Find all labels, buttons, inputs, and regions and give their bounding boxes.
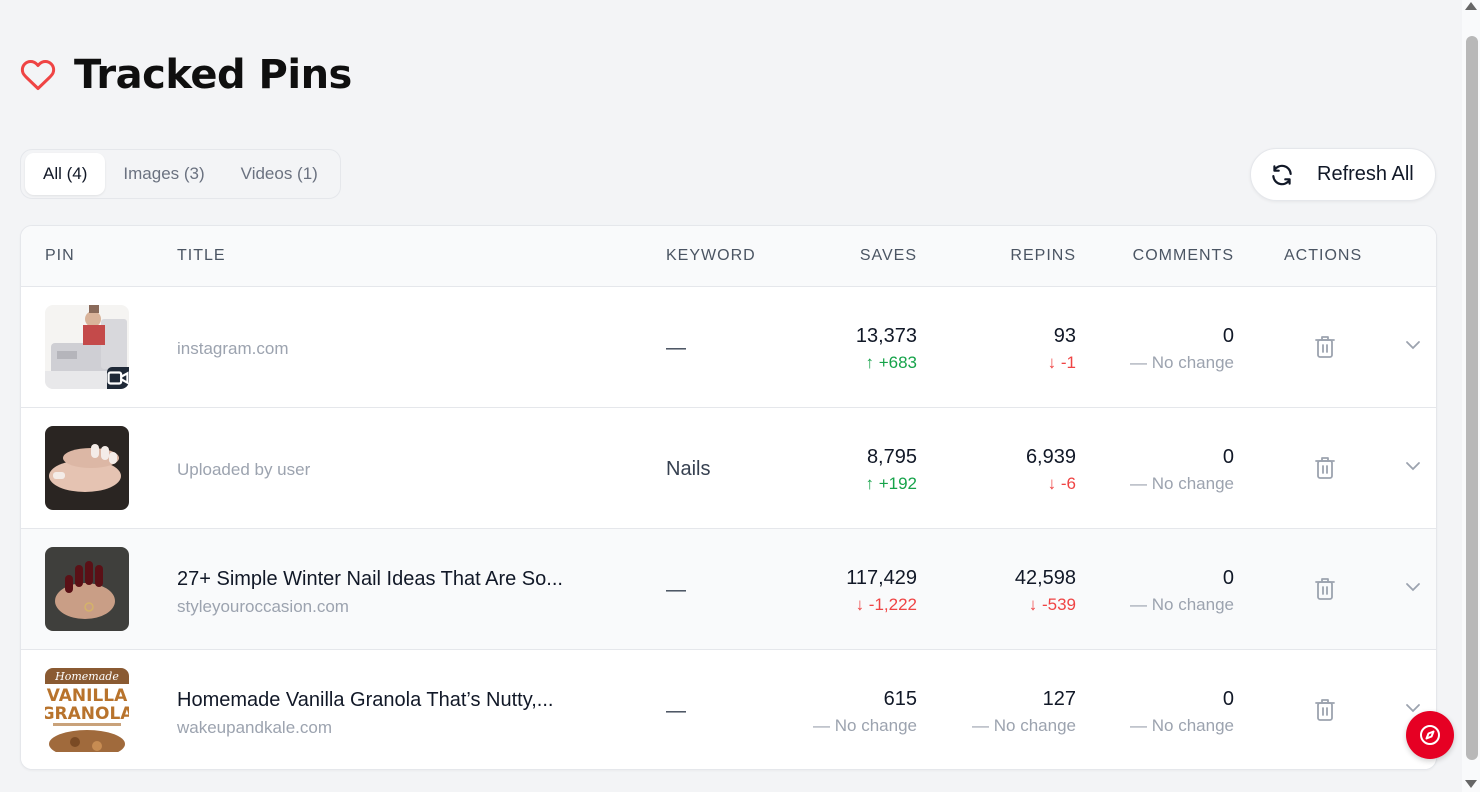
pin-keyword: Nails — [666, 458, 711, 480]
filter-tabs: All (4) Images (3) Videos (1) — [20, 149, 341, 199]
refresh-all-label: Refresh All — [1317, 163, 1414, 185]
tab-all[interactable]: All (4) — [25, 153, 106, 195]
chevron-down-icon[interactable] — [1405, 339, 1421, 351]
comments-delta: — No change — [1130, 353, 1234, 372]
refresh-icon — [1272, 164, 1292, 185]
comments-delta: — No change — [1130, 595, 1234, 614]
pin-image — [45, 547, 129, 631]
repins-value: 127 — [1042, 688, 1076, 710]
repins-delta: ↓ -539 — [1028, 595, 1076, 614]
trash-icon[interactable] — [1314, 577, 1336, 601]
table-row: Uploaded by user Nails 8,795 ↑ +192 6,93… — [21, 408, 1436, 529]
pin-keyword: — — [666, 337, 686, 359]
pin-thumbnail[interactable] — [45, 426, 129, 510]
pin-thumbnail[interactable] — [45, 305, 129, 389]
tab-videos[interactable]: Videos (1) — [223, 153, 336, 195]
granola-thumb-line3: GRANOLA — [45, 704, 129, 724]
table-row: 27+ Simple Winter Nail Ideas That Are So… — [21, 529, 1436, 650]
scroll-down-arrow[interactable] — [1465, 780, 1477, 788]
column-header-actions: ACTIONS — [1284, 247, 1363, 264]
repins-value: 42,598 — [1014, 567, 1076, 589]
pin-title[interactable]: Homemade Vanilla Granola That’s Nutty,..… — [177, 689, 553, 712]
granola-thumb-line2: VANILLA — [47, 686, 128, 706]
heart-icon — [20, 59, 56, 90]
pin-thumbnail[interactable] — [45, 547, 129, 631]
chevron-down-icon[interactable] — [1405, 460, 1421, 472]
page-header: Tracked Pins — [20, 52, 352, 98]
column-header-repins: REPINS — [1010, 247, 1076, 264]
comments-value: 0 — [1222, 688, 1234, 710]
pin-keyword: — — [666, 700, 686, 722]
table-row: instagram.com — 13,373 ↑ +683 93 ↓ -1 0 … — [21, 287, 1436, 408]
chevron-down-icon[interactable] — [1405, 581, 1421, 593]
saves-delta: — No change — [813, 716, 917, 735]
pin-source[interactable]: instagram.com — [177, 339, 288, 359]
video-camera-icon — [107, 371, 129, 385]
comments-delta: — No change — [1130, 474, 1234, 493]
trash-icon[interactable] — [1314, 456, 1336, 480]
comments-value: 0 — [1222, 567, 1234, 589]
chevron-down-icon[interactable] — [1405, 702, 1421, 714]
pin-source[interactable]: Uploaded by user — [177, 460, 310, 480]
saves-value: 117,429 — [846, 567, 917, 589]
column-header-keyword: KEYWORD — [666, 247, 756, 264]
pin-image — [45, 426, 129, 510]
trash-icon[interactable] — [1314, 698, 1336, 722]
repins-value: 6,939 — [1025, 446, 1076, 468]
tab-images[interactable]: Images (3) — [105, 153, 222, 195]
compass-fab-button[interactable] — [1406, 711, 1454, 759]
column-header-comments: COMMENTS — [1132, 247, 1234, 264]
repins-delta: ↓ -6 — [1047, 474, 1076, 493]
comments-value: 0 — [1222, 325, 1234, 347]
pin-title[interactable]: 27+ Simple Winter Nail Ideas That Are So… — [177, 568, 563, 591]
column-header-title: TITLE — [177, 247, 226, 264]
pin-source[interactable]: styleyouroccasion.com — [177, 597, 349, 617]
saves-delta: ↑ +192 — [865, 474, 917, 493]
pin-keyword: — — [666, 579, 686, 601]
column-header-pin: PIN — [45, 247, 75, 264]
pin-image: Homemade VANILLA GRANOLA — [45, 668, 129, 752]
trash-icon[interactable] — [1314, 335, 1336, 359]
pin-source[interactable]: wakeupandkale.com — [177, 718, 332, 738]
table-row: Homemade VANILLA GRANOLA Homemade Vanill… — [21, 650, 1436, 769]
saves-delta: ↑ +683 — [865, 353, 917, 372]
comments-delta: — No change — [1130, 716, 1234, 735]
page-scrollbar-thumb[interactable] — [1466, 36, 1478, 760]
pin-thumbnail[interactable]: Homemade VANILLA GRANOLA — [45, 668, 129, 752]
saves-delta: ↓ -1,222 — [855, 595, 917, 614]
repins-delta: ↓ -1 — [1047, 353, 1076, 372]
table-header: PIN TITLE KEYWORD SAVES REPINS COMMENTS … — [21, 226, 1436, 287]
repins-delta: — No change — [972, 716, 1076, 735]
page-title: Tracked Pins — [74, 52, 352, 98]
video-indicator — [107, 367, 129, 389]
granola-thumb-line1: Homemade — [54, 670, 119, 683]
column-header-saves: SAVES — [859, 247, 917, 264]
compass-icon — [1420, 725, 1440, 745]
saves-value: 615 — [883, 688, 917, 710]
scroll-up-arrow[interactable] — [1465, 2, 1477, 10]
repins-value: 93 — [1053, 325, 1076, 347]
refresh-all-button[interactable]: Refresh All — [1250, 148, 1436, 201]
saves-value: 13,373 — [855, 325, 917, 347]
pins-table: PIN TITLE KEYWORD SAVES REPINS COMMENTS … — [20, 225, 1437, 770]
saves-value: 8,795 — [866, 446, 917, 468]
comments-value: 0 — [1222, 446, 1234, 468]
